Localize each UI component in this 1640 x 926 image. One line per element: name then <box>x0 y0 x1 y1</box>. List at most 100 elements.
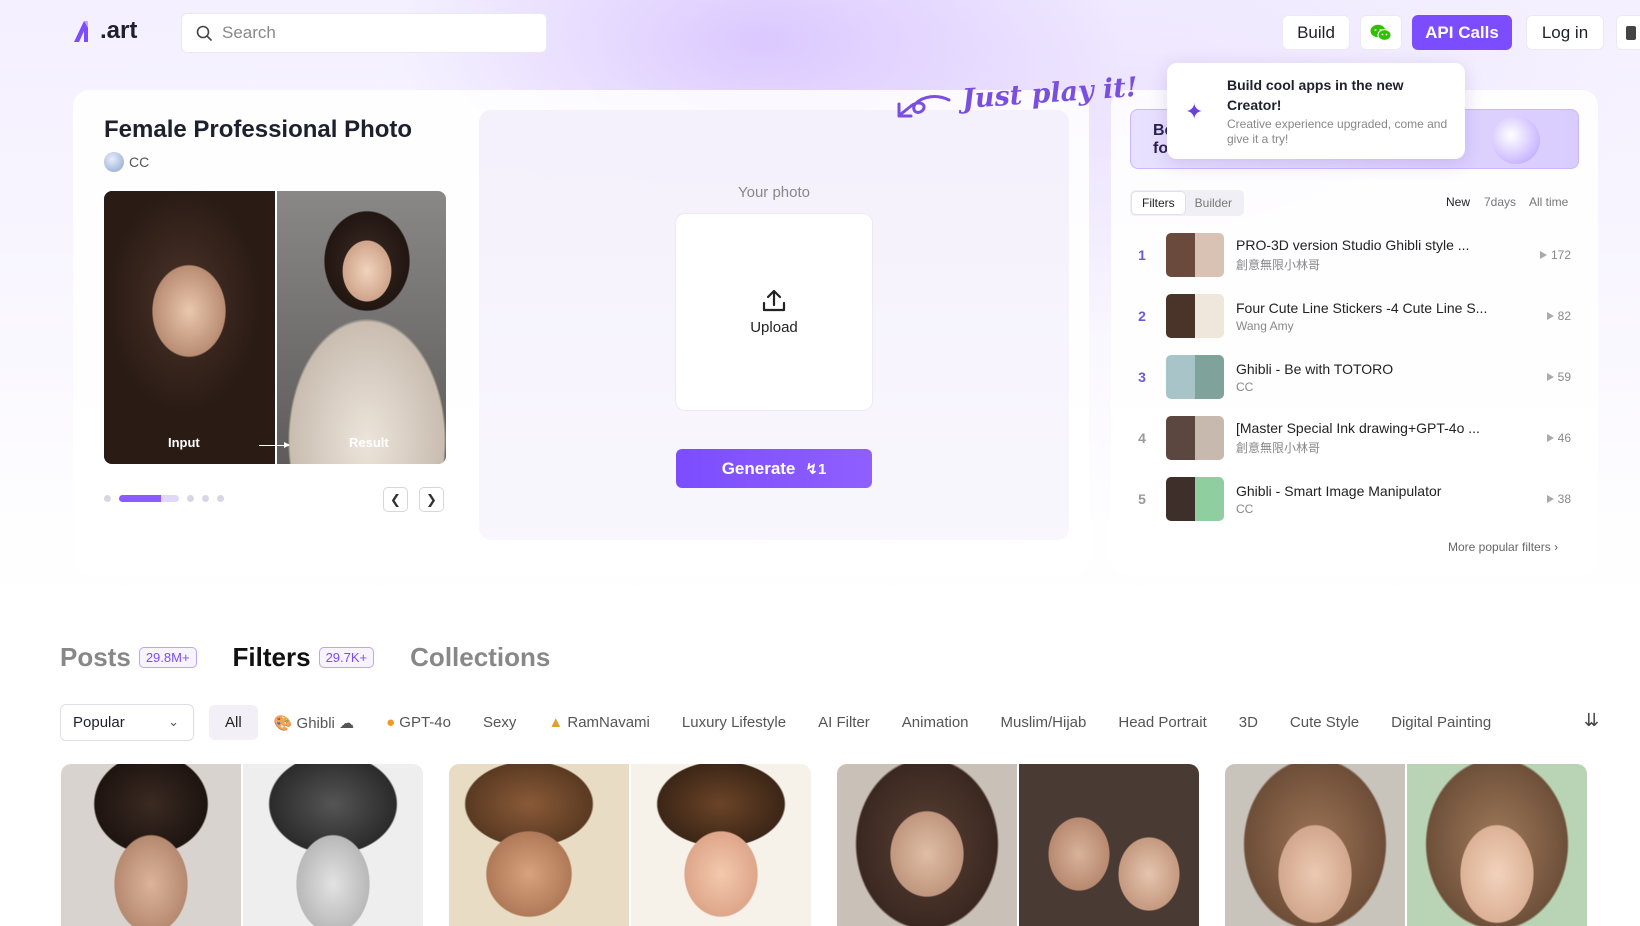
filter-title: Ghibli - Smart Image Manipulator <box>1236 482 1442 499</box>
ranking-item[interactable]: 1 PRO-3D version Studio Ghibli style ...… <box>1130 230 1579 280</box>
wechat-icon <box>1370 24 1392 41</box>
post-image-right <box>631 764 811 926</box>
chip-sexy[interactable]: Sexy <box>467 705 532 740</box>
result-label: Result <box>349 435 389 450</box>
use-count-value: 172 <box>1550 248 1571 262</box>
chip-head-portrait[interactable]: Head Portrait <box>1102 705 1222 740</box>
range-all-time[interactable]: All time <box>1529 195 1568 209</box>
post-card[interactable] <box>61 764 423 926</box>
menu-icon <box>1626 25 1636 40</box>
filter-author: CC <box>1236 501 1254 516</box>
login-button[interactable]: Log in <box>1526 15 1604 50</box>
carousel-dot[interactable] <box>187 495 194 502</box>
generate-button[interactable]: Generate ↯1 <box>676 449 872 488</box>
input-photo: Input <box>104 191 275 464</box>
post-card[interactable] <box>1225 764 1587 926</box>
chip-gpt4o[interactable]: ● GPT-4o <box>370 705 467 740</box>
play-icon <box>1546 434 1554 442</box>
post-image-left <box>837 764 1017 926</box>
upload-label: Upload <box>750 318 798 336</box>
search-input[interactable] <box>222 23 522 43</box>
chip-ramnavami-label: RamNavami <box>567 714 650 731</box>
post-image-left <box>1225 764 1405 926</box>
filter-thumbnail <box>1166 294 1224 338</box>
search-bar[interactable] <box>181 13 547 53</box>
more-link-label: More popular filters <box>1448 540 1551 554</box>
tab-posts[interactable]: Posts 29.8M+ <box>60 642 197 673</box>
carousel-dot[interactable] <box>217 495 224 502</box>
tab-filters[interactable]: Filters <box>1132 192 1185 214</box>
upload-icon <box>762 289 786 311</box>
pray-icon: ▲ <box>548 714 564 731</box>
chip-muslim-hijab[interactable]: Muslim/Hijab <box>985 705 1103 740</box>
chip-luxury-lifestyle[interactable]: Luxury Lifestyle <box>666 705 802 740</box>
chip-digital-painting[interactable]: Digital Painting <box>1375 705 1507 740</box>
ranking-item[interactable]: 5 Ghibli - Smart Image Manipulator CC 38 <box>1130 474 1579 524</box>
tab-collections-label: Collections <box>410 642 551 672</box>
chip-cute-style[interactable]: Cute Style <box>1274 705 1375 740</box>
filter-author: 創意無限小林哥 <box>1236 258 1321 272</box>
filter-author: 創意無限小林哥 <box>1236 441 1321 455</box>
menu-button[interactable] <box>1616 15 1640 50</box>
logo[interactable]: .art <box>72 16 137 46</box>
logo-text: .art <box>100 17 138 44</box>
chip-ramnavami[interactable]: ▲ RamNavami <box>532 705 666 740</box>
range-new[interactable]: New <box>1446 195 1470 209</box>
feature-author[interactable]: CC <box>104 152 149 172</box>
filter-thumbnail <box>1166 416 1224 460</box>
use-count: 38 <box>1546 492 1571 506</box>
post-card[interactable] <box>837 764 1199 926</box>
range-7days[interactable]: 7days <box>1484 195 1516 209</box>
chevron-right-icon: › <box>1554 540 1559 554</box>
next-slide-button[interactable]: ❯ <box>419 487 444 512</box>
rank-number: 1 <box>1138 247 1146 263</box>
tab-collections[interactable]: Collections <box>410 642 550 673</box>
tab-posts-label: Posts <box>60 642 131 672</box>
result-photo: Result <box>275 191 446 464</box>
avatar <box>104 152 124 172</box>
sort-select[interactable]: Popular ⌄ <box>60 704 194 741</box>
ghibli-emoji-icon: 🎨 <box>273 714 293 732</box>
use-count: 172 <box>1539 248 1571 262</box>
post-image-right <box>243 764 423 926</box>
tab-builder[interactable]: Builder <box>1185 192 1242 214</box>
carousel-dot-active[interactable] <box>119 495 179 502</box>
filter-thumbnail <box>1166 233 1224 277</box>
use-count: 59 <box>1546 370 1571 384</box>
carousel-dot[interactable] <box>104 495 111 502</box>
chip-all[interactable]: All <box>209 705 258 740</box>
filter-thumbnail <box>1166 355 1224 399</box>
chip-animation[interactable]: Animation <box>886 705 985 740</box>
api-calls-button[interactable]: API Calls <box>1412 15 1512 50</box>
post-image-right <box>1019 764 1199 926</box>
ranking-item[interactable]: 2 Four Cute Line Stickers -4 Cute Line S… <box>1130 291 1579 341</box>
author-name: CC <box>129 154 150 170</box>
upload-dropzone[interactable]: Upload <box>675 213 873 411</box>
chip-3d[interactable]: 3D <box>1223 705 1274 740</box>
content-tabs: Posts 29.8M+ Filters 29.7K+ Collections <box>60 642 586 673</box>
use-count: 46 <box>1546 431 1571 445</box>
carousel-dot[interactable] <box>202 495 209 502</box>
play-icon <box>1546 312 1554 320</box>
tab-filters-main[interactable]: Filters 29.7K+ <box>233 642 375 673</box>
filter-author: Wang Amy <box>1236 318 1294 333</box>
wechat-button[interactable] <box>1360 15 1402 50</box>
chip-ghibli[interactable]: 🎨 Ghibli ☁ <box>258 705 370 741</box>
ranking-item[interactable]: 3 Ghibli - Be with TOTORO CC 59 <box>1130 352 1579 402</box>
build-button[interactable]: Build <box>1282 15 1350 50</box>
feature-title: Female Professional Photo <box>104 116 413 143</box>
rank-number: 5 <box>1138 491 1146 507</box>
use-count-value: 46 <box>1557 431 1571 445</box>
use-count-value: 59 <box>1557 370 1571 384</box>
preview-image[interactable]: Input Result <box>104 191 446 464</box>
post-image-right <box>1407 764 1587 926</box>
chip-ai-filter[interactable]: AI Filter <box>802 705 886 740</box>
post-card[interactable] <box>449 764 811 926</box>
creator-tooltip[interactable]: ✦ Build cool apps in the new Creator! Cr… <box>1167 63 1465 159</box>
expand-categories-icon[interactable]: ⇊ <box>1584 710 1599 731</box>
ranking-item[interactable]: 4 [Master Special Ink drawing+GPT-4o ...… <box>1130 413 1579 463</box>
more-popular-filters-link[interactable]: More popular filters › <box>1448 540 1558 554</box>
tab-posts-count: 29.8M+ <box>138 647 197 668</box>
cloud-icon: ☁ <box>339 714 355 732</box>
prev-slide-button[interactable]: ❮ <box>383 487 408 512</box>
